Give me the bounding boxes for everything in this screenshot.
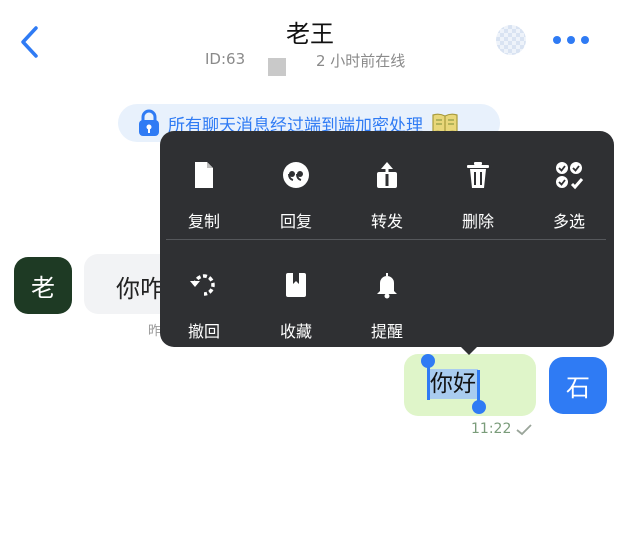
my-avatar[interactable]: 石 (549, 357, 607, 414)
selection-end-knob[interactable] (472, 400, 486, 414)
selection-start-handle[interactable] (427, 366, 430, 400)
copy-icon (195, 162, 213, 188)
more-dot-icon (553, 36, 561, 44)
contact-avatar[interactable] (496, 25, 526, 55)
menu-item-multi-select[interactable]: 多选 (533, 140, 605, 231)
menu-item-label: 多选 (552, 212, 585, 231)
selection-start-knob[interactable] (421, 354, 435, 368)
menu-item-remind[interactable]: 提醒 (351, 250, 423, 341)
recall-icon (190, 274, 215, 296)
menu-item-label: 收藏 (279, 322, 312, 341)
bell-icon (377, 273, 397, 299)
more-options-button[interactable] (553, 30, 593, 50)
redaction-box (268, 58, 286, 76)
menu-divider (166, 239, 606, 240)
lock-icon (139, 109, 159, 136)
quote-icon (283, 162, 309, 188)
user-id-label: ID:63 (205, 50, 246, 68)
share-icon (377, 162, 397, 188)
menu-item-label: 回复 (279, 212, 312, 231)
check-icon (516, 424, 532, 436)
bookmark-icon (286, 273, 306, 297)
selection-end-handle[interactable] (477, 370, 480, 404)
more-dot-icon (581, 36, 589, 44)
menu-item-copy[interactable]: 复制 (168, 140, 240, 231)
selected-message-text[interactable]: 你好 (428, 369, 478, 399)
menu-item-delete[interactable]: 删除 (442, 140, 514, 231)
outgoing-message-time: 11:22 (471, 421, 512, 437)
menu-item-label: 复制 (187, 212, 220, 231)
menu-item-forward[interactable]: 转发 (351, 140, 423, 231)
menu-item-label: 转发 (370, 212, 403, 231)
menu-item-label: 提醒 (370, 322, 403, 341)
menu-item-recall[interactable]: 撤回 (168, 250, 240, 341)
chat-title: 老王 (286, 20, 334, 48)
menu-pointer (460, 346, 478, 355)
menu-item-favorite[interactable]: 收藏 (260, 250, 332, 341)
trash-icon (467, 162, 489, 188)
more-dot-icon (567, 36, 575, 44)
menu-item-reply[interactable]: 回复 (260, 140, 332, 231)
multi-select-icon (556, 162, 584, 190)
sender-avatar[interactable]: 老 (14, 257, 72, 314)
online-status: 2 小时前在线 (316, 52, 406, 70)
menu-item-label: 撤回 (187, 322, 220, 341)
menu-item-label: 删除 (461, 212, 494, 231)
